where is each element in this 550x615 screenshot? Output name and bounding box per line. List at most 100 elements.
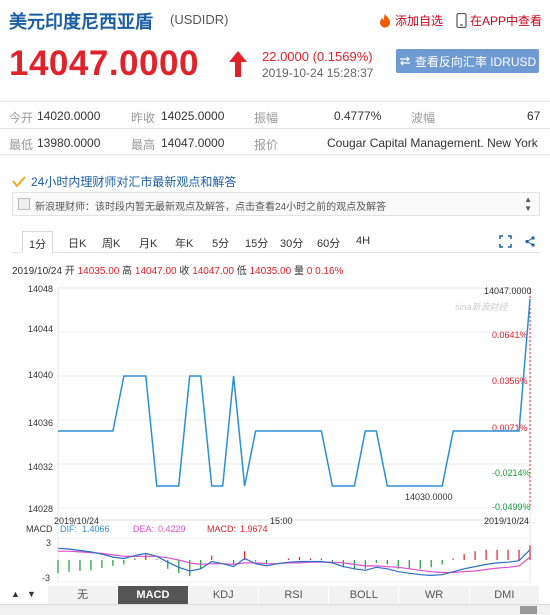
- pct-tick: 0.0641%: [492, 330, 528, 340]
- x-tick: 2019/10/24: [484, 516, 529, 526]
- header: 美元印度尼西亚盾 (USDIDR) 添加自选 在APP中查看: [0, 0, 550, 40]
- tab-15min[interactable]: 15分: [245, 235, 268, 251]
- info-close-label: 收: [179, 266, 190, 277]
- min-price-label: 14030.0000: [405, 492, 453, 502]
- indicator-none[interactable]: 无: [48, 586, 119, 604]
- high-value: 14047.0000: [161, 136, 225, 150]
- indicator-boll[interactable]: BOLL: [329, 586, 400, 604]
- view-in-app-button[interactable]: 在APP中查看: [456, 12, 542, 29]
- y-tick: 14036: [28, 418, 53, 428]
- advisor-message-text: 新浪理财师：该时段内暂无最新观点及解答，点击查看24小时之前的观点及解答: [35, 202, 387, 213]
- tab-daily-k[interactable]: 日K: [68, 235, 86, 251]
- page-title: 美元印度尼西亚盾: [9, 12, 153, 32]
- chart-grid: [57, 287, 531, 583]
- indicator-dmi[interactable]: DMI: [469, 586, 540, 604]
- info-vol: 0: [306, 266, 313, 277]
- price-line: [58, 298, 531, 487]
- open-label: 今开: [9, 111, 34, 125]
- macd-hist: 1.9674: [240, 524, 268, 534]
- open-value: 14020.0000: [37, 109, 101, 123]
- macd-dif: 1.4066: [82, 524, 110, 534]
- info-low: 14035.00: [249, 266, 292, 277]
- tab-monthly-k[interactable]: 月K: [139, 235, 157, 251]
- macd-dea: 0.4229: [158, 524, 186, 534]
- fire-icon: [380, 14, 390, 28]
- arrow-up-icon: [229, 51, 247, 77]
- scroll-arrows-icon[interactable]: ▲ ▼: [524, 195, 532, 213]
- reverse-rate-label: 查看反向汇率 IDRUSD: [414, 54, 537, 69]
- chart-info-line: 2019/10/24 开 14035.00 高 14047.00 收 14047…: [12, 262, 343, 277]
- settings-icon[interactable]: [524, 235, 537, 248]
- next-arrow-icon[interactable]: ▼: [27, 589, 36, 599]
- wave-label: 波幅: [411, 111, 436, 125]
- quote-table: 今开 14020.0000 昨收 14025.0000 振幅 0.4777% 波…: [0, 101, 550, 155]
- tab-30min[interactable]: 30分: [280, 235, 303, 251]
- indicator-kdj[interactable]: KDJ: [188, 586, 259, 604]
- advisor-heading-label: 24小时内理财师对汇市最新观点和解答: [31, 175, 237, 189]
- avatar: [18, 198, 30, 210]
- quote-time: 2019-10-24 15:28:37: [262, 66, 374, 80]
- tab-yearly-k[interactable]: 年K: [175, 235, 193, 251]
- view-in-app-label: 在APP中查看: [470, 14, 543, 28]
- scrollbar-thumb[interactable]: [520, 606, 537, 614]
- info-high: 14047.00: [134, 266, 177, 277]
- info-open: 14035.00: [77, 266, 120, 277]
- macd-y-top: 3: [46, 538, 51, 548]
- symbol-code: (USDIDR): [170, 12, 229, 27]
- macd-title: MACD: [26, 524, 53, 534]
- macd-dif-line: [57, 547, 531, 577]
- tab-60min[interactable]: 60分: [317, 235, 340, 251]
- info-date: 2019/10/24: [12, 266, 63, 277]
- quote-row: 最低 13980.0000 最高 14047.0000 报价 Cougar Ca…: [0, 128, 550, 155]
- fullscreen-icon[interactable]: [499, 235, 512, 248]
- swap-icon: [399, 56, 410, 66]
- quoter-label: 报价: [254, 138, 279, 152]
- trend-check-icon: [12, 175, 26, 188]
- phone-icon: [456, 13, 467, 28]
- x-tick: 15:00: [270, 516, 293, 526]
- period-tabs: 1分 日K 周K 月K 年K 5分 15分 30分 60分 4H: [12, 231, 540, 253]
- indicator-rsi[interactable]: RSI: [258, 586, 330, 604]
- low-value: 13980.0000: [37, 136, 101, 150]
- macd-hist-label: MACD:: [207, 524, 236, 534]
- y-tick: 14048: [28, 284, 53, 294]
- macd-y-bottom: -3: [42, 573, 50, 583]
- info-high-label: 高: [122, 266, 133, 277]
- reverse-rate-button[interactable]: 查看反向汇率 IDRUSD: [396, 49, 539, 73]
- info-pct: 0.16%: [315, 266, 344, 277]
- tab-4h[interactable]: 4H: [356, 235, 370, 247]
- macd-dif-label: DIF:: [60, 524, 77, 534]
- pct-tick: -0.0499%: [492, 502, 531, 512]
- add-favorite-label: 添加自选: [395, 14, 444, 28]
- advisor-message[interactable]: 新浪理财师：该时段内暂无最新观点及解答，点击查看24小时之前的观点及解答 ▲ ▼: [12, 192, 540, 216]
- watermark: sina新浪财经: [455, 302, 509, 312]
- pct-tick: -0.0214%: [492, 468, 531, 478]
- info-low-label: 低: [236, 266, 247, 277]
- add-favorite-button[interactable]: 添加自选: [378, 12, 443, 29]
- y-tick: 14040: [28, 370, 53, 380]
- indicator-macd[interactable]: MACD: [118, 586, 189, 604]
- price-chart[interactable]: sina新浪财经 14048 14044 14040 14036 14032 1…: [0, 280, 550, 585]
- quote-row: 今开 14020.0000 昨收 14025.0000 振幅 0.4777% 波…: [0, 101, 550, 128]
- price-change: 22.0000 (0.1569%): [262, 49, 373, 64]
- info-vol-label: 量: [293, 266, 304, 277]
- prev-arrow-icon[interactable]: ▲: [11, 589, 20, 599]
- y-tick: 14044: [28, 324, 53, 334]
- tab-weekly-k[interactable]: 周K: [102, 235, 120, 251]
- amplitude-value: 0.4777%: [334, 109, 382, 123]
- prev-close-value: 14025.0000: [161, 109, 225, 123]
- info-open-label: 开: [64, 266, 75, 277]
- high-label: 最高: [131, 138, 156, 152]
- indicator-wr[interactable]: WR: [399, 586, 470, 604]
- amplitude-label: 振幅: [254, 111, 279, 125]
- y-tick: 14032: [28, 462, 53, 472]
- wave-value: 67: [527, 109, 541, 123]
- info-close: 14047.00: [192, 266, 234, 277]
- prev-close-label: 昨收: [131, 111, 156, 125]
- tab-5min[interactable]: 5分: [212, 235, 229, 251]
- quoter-value: Cougar Capital Management. New York: [327, 136, 538, 150]
- macd-dea-label: DEA:: [133, 524, 154, 534]
- chart-scrollbar[interactable]: [0, 604, 550, 615]
- advisor-heading[interactable]: 24小时内理财师对汇市最新观点和解答: [12, 173, 236, 190]
- tab-1min[interactable]: 1分: [22, 231, 54, 253]
